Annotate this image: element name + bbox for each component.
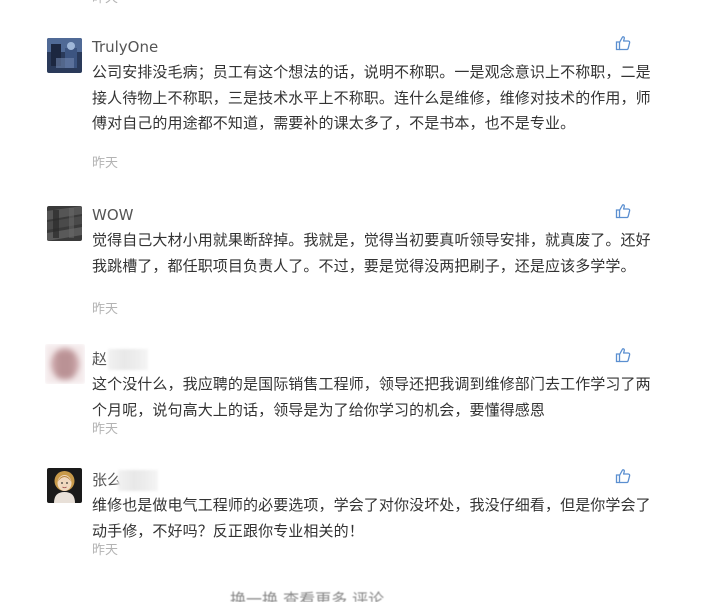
load-more-link[interactable]: 换一换 查看更多 评论 — [230, 590, 470, 602]
comment-text: 这个没什么，我应聘的是国际销售工程师，领导还把我调到维修部门去工作学习了两个月呢… — [92, 375, 651, 419]
comment-author[interactable]: 赵 — [92, 350, 107, 368]
avatar[interactable] — [47, 38, 82, 73]
avatar-image — [47, 468, 82, 503]
avatar[interactable] — [45, 344, 85, 384]
comment-time: 昨天 — [92, 156, 119, 171]
comment-author[interactable]: TrulyOne — [92, 38, 158, 56]
avatar-image — [45, 344, 85, 384]
comment-time: 昨天 — [92, 543, 119, 558]
thumbs-up-icon[interactable] — [615, 347, 631, 363]
thumbs-up-icon[interactable] — [615, 35, 631, 51]
comment-time: 昨天 — [92, 302, 119, 317]
thumbs-up-icon[interactable] — [615, 468, 631, 484]
redacted-name-blur — [108, 349, 148, 370]
comment-author[interactable]: WOW — [92, 206, 133, 224]
previous-comment-time: 昨天 — [92, 0, 118, 7]
avatar[interactable] — [47, 206, 82, 241]
comment-text: 觉得自己大材小用就果断辞掉。我就是，觉得当初要真听领导安排，就真废了。还好我跳槽… — [92, 231, 651, 275]
comment-text: 公司安排没毛病；员工有这个想法的话，说明不称职。一是观念意识上不称职，二是接人待… — [92, 63, 651, 132]
comment-time: 昨天 — [92, 422, 119, 437]
avatar-image — [47, 206, 82, 241]
avatar[interactable] — [47, 468, 82, 503]
thumbs-up-icon[interactable] — [615, 203, 631, 219]
redacted-name-blur — [118, 470, 158, 491]
comment-text: 维修也是做电气工程师的必要选项，学会了对你没坏处，我没仔细看，但是你学会了动手修… — [92, 496, 651, 540]
avatar-image — [47, 38, 82, 73]
